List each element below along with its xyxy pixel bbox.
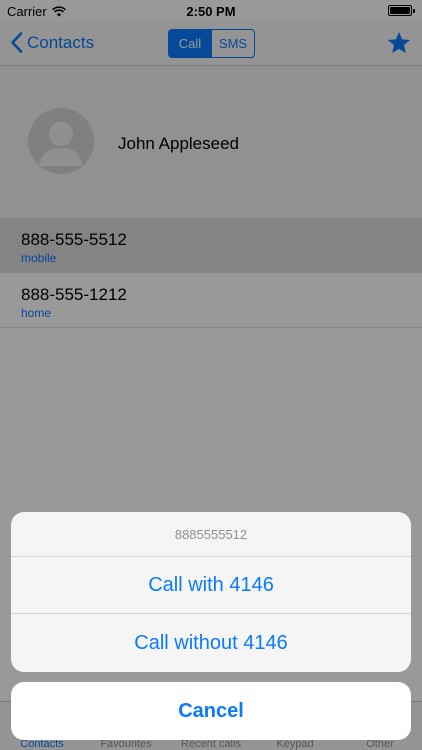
cancel-button[interactable]: Cancel	[11, 682, 411, 740]
call-without-code-button[interactable]: Call without 4146	[11, 615, 411, 672]
action-sheet-title: 8885555512	[11, 512, 411, 557]
call-with-code-button[interactable]: Call with 4146	[11, 557, 411, 614]
action-sheet: 8885555512 Call with 4146 Call without 4…	[11, 512, 411, 672]
